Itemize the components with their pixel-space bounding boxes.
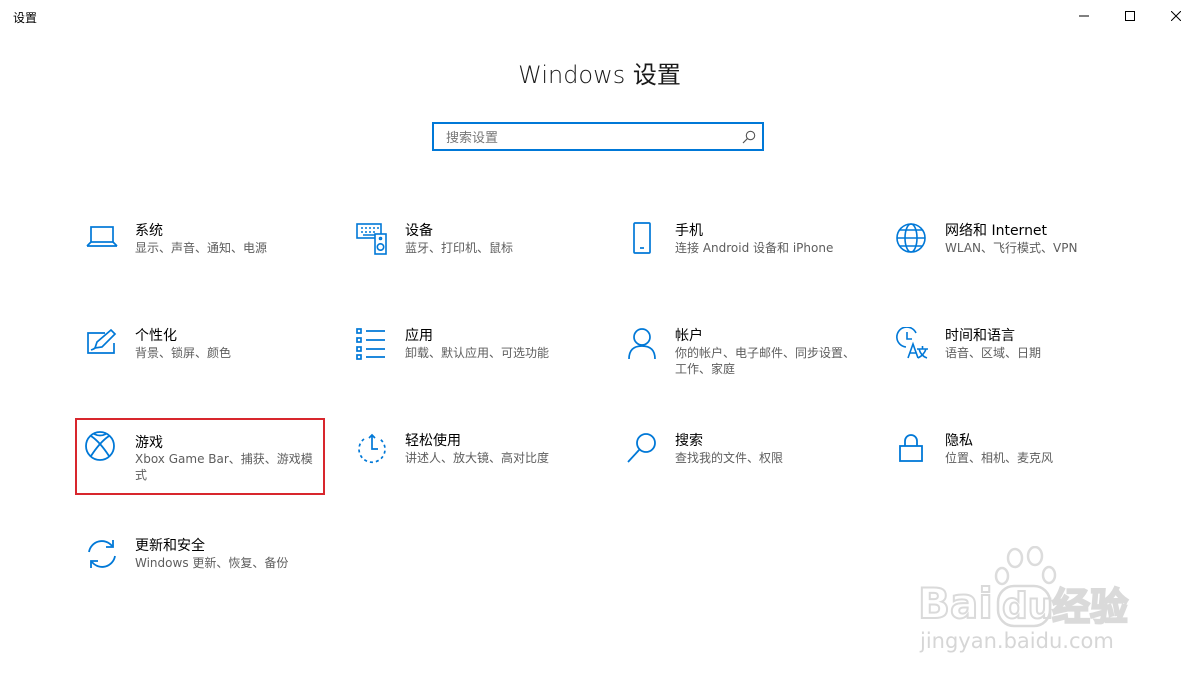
settings-tile-privacy[interactable]: 隐私 位置、相机、麦克风 bbox=[887, 430, 1135, 506]
tile-title: 搜索 bbox=[675, 433, 703, 449]
keyboard-speaker-icon bbox=[356, 223, 387, 255]
close-button[interactable] bbox=[1153, 0, 1199, 32]
svg-text:du: du bbox=[1002, 586, 1053, 627]
tile-desc: 连接 Android 设备和 iPhone bbox=[675, 241, 834, 255]
settings-tile-devices[interactable]: 设备 蓝牙、打印机、鼠标 bbox=[347, 220, 595, 296]
settings-tile-system[interactable]: 系统 显示、声音、通知、电源 bbox=[77, 220, 325, 296]
tile-title: 时间和语言 bbox=[945, 328, 1015, 344]
tile-title: 网络和 Internet bbox=[945, 223, 1048, 239]
tile-title: 设备 bbox=[405, 223, 433, 239]
settings-tile-time-language[interactable]: 时间和语言 语音、区域、日期 bbox=[887, 325, 1135, 401]
ease-of-access-icon bbox=[358, 433, 386, 464]
tile-title: 隐私 bbox=[945, 433, 973, 449]
tile-desc: WLAN、飞行模式、VPN bbox=[945, 241, 1078, 255]
tile-title: 游戏 bbox=[135, 435, 163, 451]
tile-desc: 查找我的文件、权限 bbox=[675, 451, 784, 465]
settings-tile-ease-of-access[interactable]: 轻松使用 讲述人、放大镜、高对比度 bbox=[347, 430, 595, 506]
search-input[interactable] bbox=[444, 127, 738, 149]
svg-text:经验: 经验 bbox=[1052, 585, 1128, 629]
tile-desc: 卸载、默认应用、可选功能 bbox=[405, 346, 550, 360]
close-icon bbox=[1171, 11, 1181, 21]
settings-tile-accounts[interactable]: 帐户 你的帐户、电子邮件、同步设置、工作、家庭 bbox=[617, 325, 865, 401]
tile-title: 个性化 bbox=[135, 328, 177, 344]
page-title: Windows 设置 bbox=[518, 61, 681, 89]
sync-icon bbox=[88, 540, 116, 568]
settings-tile-search[interactable]: 搜索 查找我的文件、权限 bbox=[617, 430, 865, 506]
person-icon bbox=[628, 328, 656, 360]
maximize-button[interactable] bbox=[1107, 0, 1153, 32]
settings-tile-network[interactable]: 网络和 Internet WLAN、飞行模式、VPN bbox=[887, 220, 1135, 296]
tile-title: 帐户 bbox=[675, 328, 703, 344]
settings-tile-apps[interactable]: 应用 卸载、默认应用、可选功能 bbox=[347, 325, 595, 401]
search-icon[interactable] bbox=[742, 130, 756, 144]
baidu-jingyan-watermark: Bai du 经验 jingyan.baidu.com bbox=[917, 546, 1129, 653]
apps-list-icon bbox=[356, 328, 385, 360]
tile-desc: 你的帐户、电子邮件、同步设置、工作、家庭 bbox=[675, 346, 856, 376]
tile-title: 手机 bbox=[675, 223, 703, 239]
tile-title: 更新和安全 bbox=[135, 538, 205, 554]
globe-icon bbox=[896, 223, 926, 253]
tile-desc: 语音、区域、日期 bbox=[945, 346, 1042, 360]
watermark-url: jingyan.baidu.com bbox=[919, 629, 1114, 653]
settings-tile-update-security[interactable]: 更新和安全 Windows 更新、恢复、备份 bbox=[77, 535, 325, 611]
lock-icon bbox=[899, 434, 923, 462]
settings-tile-phone[interactable]: 手机 连接 Android 设备和 iPhone bbox=[617, 220, 865, 296]
maximize-icon bbox=[1125, 11, 1135, 21]
phone-icon bbox=[633, 222, 651, 254]
tile-desc: 位置、相机、麦克风 bbox=[945, 451, 1054, 465]
paint-icon bbox=[87, 328, 117, 354]
tile-title: 应用 bbox=[405, 328, 433, 344]
minimize-button[interactable] bbox=[1061, 0, 1107, 32]
tile-desc: 显示、声音、通知、电源 bbox=[135, 241, 268, 255]
xbox-icon bbox=[85, 431, 115, 461]
app-title: 设置 bbox=[13, 11, 38, 25]
title-bar: 设置 bbox=[0, 0, 1199, 32]
tile-title: 系统 bbox=[135, 223, 163, 239]
minimize-icon bbox=[1079, 15, 1089, 17]
time-language-icon bbox=[896, 327, 928, 359]
tile-desc: 讲述人、放大镜、高对比度 bbox=[405, 451, 550, 465]
laptop-icon bbox=[86, 226, 118, 247]
search-magnifier-icon bbox=[627, 433, 656, 463]
tile-desc: 背景、锁屏、颜色 bbox=[135, 346, 232, 360]
search-box[interactable] bbox=[432, 122, 764, 151]
svg-text:Bai: Bai bbox=[918, 579, 993, 628]
tile-desc: 蓝牙、打印机、鼠标 bbox=[405, 241, 514, 255]
tile-title: 轻松使用 bbox=[405, 433, 461, 449]
tile-desc: Xbox Game Bar、捕获、游戏模式 bbox=[135, 452, 313, 482]
settings-tile-personalization[interactable]: 个性化 背景、锁屏、颜色 bbox=[77, 325, 325, 401]
settings-tile-gaming[interactable]: 游戏 Xbox Game Bar、捕获、游戏模式 bbox=[75, 418, 325, 495]
tile-desc: Windows 更新、恢复、备份 bbox=[135, 556, 289, 570]
